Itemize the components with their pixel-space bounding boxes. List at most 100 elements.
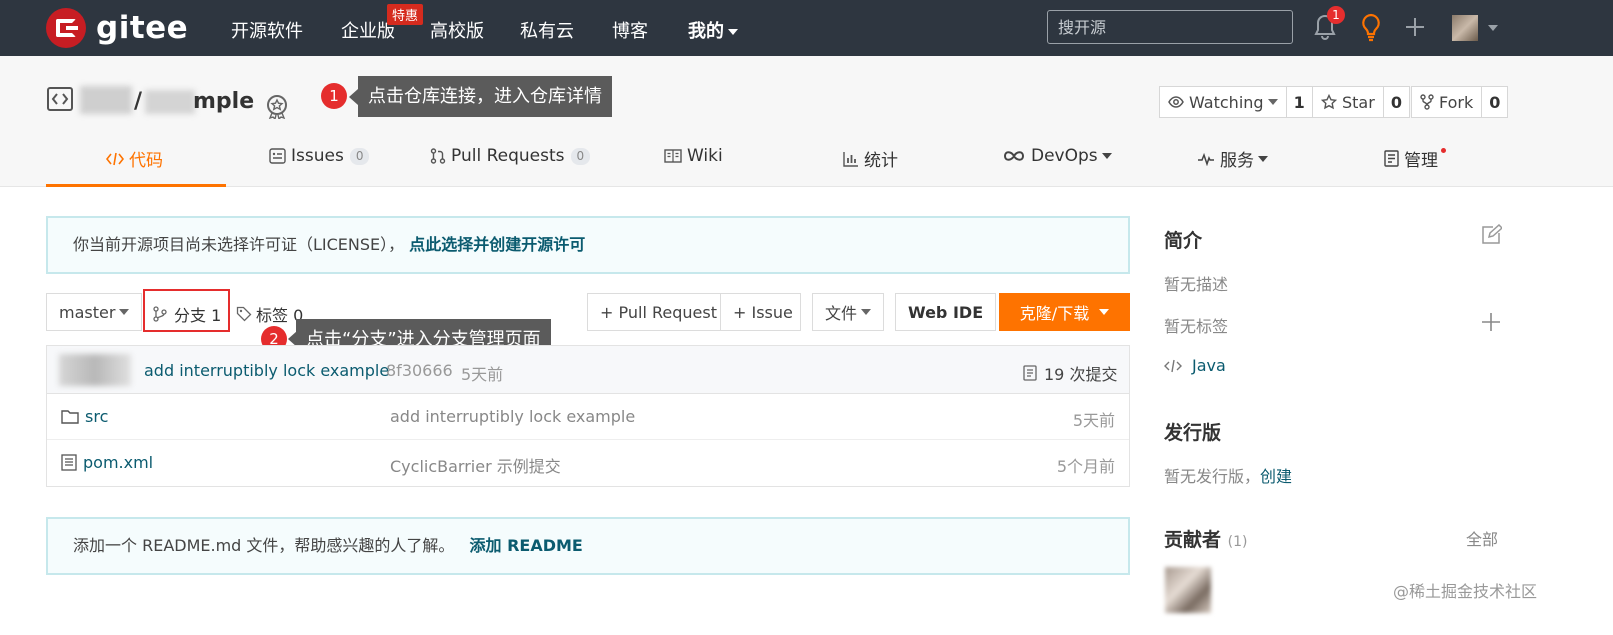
repo-path-separator: /: [134, 89, 143, 114]
no-release-text: 暂无发行版，创建: [1164, 463, 1292, 487]
code-icon: [106, 152, 124, 165]
folder-icon: [61, 410, 79, 424]
latest-commit-row: add interruptibly lock example 8f30666 5…: [47, 346, 1129, 394]
fork-label: Fork: [1439, 92, 1474, 112]
all-contributors-link[interactable]: 全部: [1466, 526, 1498, 550]
readme-notice: 添加一个 README.md 文件，帮助感兴趣的人了解。 添加 README: [46, 517, 1130, 575]
edit-icon[interactable]: [1480, 224, 1502, 246]
language-label: Java: [1192, 356, 1226, 375]
new-pull-request-button[interactable]: + Pull Request: [587, 293, 721, 331]
promo-badge: 特惠: [387, 4, 424, 25]
watching-label: Watching: [1189, 92, 1264, 112]
tab-code[interactable]: 代码: [106, 146, 163, 171]
nav-education[interactable]: 高校版: [430, 17, 484, 43]
fork-button[interactable]: Fork 0: [1411, 86, 1509, 118]
chevron-down-icon: [1101, 153, 1112, 159]
watching-button[interactable]: Watching 1: [1159, 86, 1313, 118]
repo-name-blurred[interactable]: [145, 90, 195, 114]
file-name-link[interactable]: pom.xml: [61, 453, 153, 472]
commit-time: 5天前: [461, 365, 504, 384]
language-link[interactable]: Java: [1164, 356, 1226, 375]
avatar-chevron-down-icon[interactable]: [1488, 25, 1498, 31]
gitee-logo[interactable]: gitee: [46, 8, 188, 48]
tab-issues[interactable]: Issues 0: [269, 146, 370, 166]
tab-services[interactable]: 服务: [1197, 146, 1268, 171]
tab-devops-label: DevOps: [1031, 146, 1098, 166]
star-count[interactable]: 0: [1384, 87, 1409, 117]
gitee-logo-icon: [46, 8, 86, 48]
repo-header: / mple 1 点击仓库连接，进入仓库详情 Watching 1 Star 0…: [0, 56, 1613, 187]
nav-open-source[interactable]: 开源软件: [231, 17, 303, 43]
branches-link[interactable]: 分支 1: [152, 302, 221, 326]
file-name-link[interactable]: src: [61, 407, 108, 426]
search-input[interactable]: [1047, 10, 1293, 44]
logo-text: gitee: [96, 10, 189, 46]
contributors-heading: 贡献者 (1): [1164, 525, 1247, 552]
file-commit-message[interactable]: add interruptibly lock example: [390, 407, 635, 426]
lightbulb-icon[interactable]: [1359, 13, 1383, 43]
nav-blog[interactable]: 博客: [612, 17, 648, 43]
chevron-down-icon: [861, 309, 872, 315]
medal-icon[interactable]: [264, 93, 290, 119]
pull-requests-count: 0: [570, 147, 591, 165]
fork-count[interactable]: 0: [1482, 87, 1507, 117]
tags-link[interactable]: 标签 0: [236, 302, 303, 326]
committer-avatar[interactable]: [59, 354, 131, 386]
contributor-avatar[interactable]: [1165, 567, 1211, 613]
commit-count-label: 19 次提交: [1044, 365, 1118, 384]
intro-heading: 简介: [1164, 230, 1203, 252]
no-release-label: 暂无发行版，: [1164, 467, 1261, 486]
commit-sha[interactable]: 8f30666: [386, 361, 453, 380]
active-tab-indicator: [46, 184, 226, 187]
tab-manage-label: 管理: [1404, 151, 1438, 171]
clone-download-button[interactable]: 克隆/下载: [999, 293, 1130, 331]
tab-manage[interactable]: 管理: [1384, 146, 1446, 171]
create-release-link[interactable]: 创建: [1260, 467, 1292, 486]
infinity-icon: [1003, 151, 1025, 161]
watching-count[interactable]: 1: [1287, 87, 1312, 117]
add-tag-icon[interactable]: [1481, 312, 1501, 332]
file-menu-label: 文件: [825, 304, 858, 323]
branch-select[interactable]: master: [46, 293, 143, 331]
readme-text: 添加一个 README.md 文件，帮助感兴趣的人了解。: [73, 536, 455, 555]
license-text: 你当前开源项目尚未选择许可证（LICENSE），: [73, 235, 405, 254]
table-row[interactable]: pom.xml CyclicBarrier 示例提交 5个月前: [47, 440, 1129, 486]
chevron-down-icon: [1099, 309, 1110, 315]
plus-icon[interactable]: [1404, 16, 1426, 38]
file-list: add interruptibly lock example 8f30666 5…: [46, 345, 1130, 487]
pull-request-icon: [430, 148, 446, 164]
tab-devops[interactable]: DevOps: [1002, 146, 1112, 166]
tab-pull-requests-label: Pull Requests: [451, 146, 565, 166]
chart-icon: [843, 151, 858, 167]
issues-count: 0: [349, 147, 370, 165]
tab-pull-requests[interactable]: Pull Requests 0: [430, 146, 591, 166]
commit-count-link[interactable]: 19 次提交: [1023, 361, 1117, 385]
license-create-link[interactable]: 点此选择并创建开源许可: [409, 235, 585, 254]
user-avatar[interactable]: [1452, 15, 1478, 41]
new-issue-button[interactable]: + Issue: [720, 293, 801, 331]
tab-wiki-label: Wiki: [687, 146, 723, 166]
repo-owner-blurred[interactable]: [80, 86, 132, 114]
nav-mine[interactable]: 我的: [688, 17, 738, 43]
web-ide-button[interactable]: Web IDE: [895, 293, 997, 331]
table-row[interactable]: src add interruptibly lock example 5天前: [47, 394, 1129, 440]
tab-code-label: 代码: [129, 151, 163, 171]
repo-name[interactable]: mple: [193, 89, 254, 114]
chevron-down-icon: [119, 309, 130, 315]
star-button[interactable]: Star 0: [1312, 86, 1410, 118]
file-time: 5天前: [1072, 411, 1115, 430]
license-notice: 你当前开源项目尚未选择许可证（LICENSE）， 点此选择并创建开源许可: [46, 216, 1130, 274]
tab-wiki[interactable]: Wiki: [664, 146, 723, 166]
tab-services-label: 服务: [1220, 151, 1254, 171]
file-menu-button[interactable]: 文件: [812, 293, 885, 331]
file-commit-message[interactable]: CyclicBarrier 示例提交: [390, 453, 561, 477]
step-1-marker: 1: [321, 83, 347, 109]
top-navbar: gitee 开源软件 企业版 特惠 高校版 私有云 博客 我的 1: [0, 0, 1613, 56]
star-label: Star: [1342, 92, 1375, 112]
commit-message[interactable]: add interruptibly lock example: [144, 361, 389, 380]
add-readme-link[interactable]: 添加 README: [470, 536, 583, 555]
notification-count-badge: 1: [1327, 6, 1345, 24]
clone-download-label: 克隆/下载: [1019, 304, 1090, 323]
nav-private-cloud[interactable]: 私有云: [520, 17, 574, 43]
tab-statistics[interactable]: 统计: [843, 146, 898, 171]
